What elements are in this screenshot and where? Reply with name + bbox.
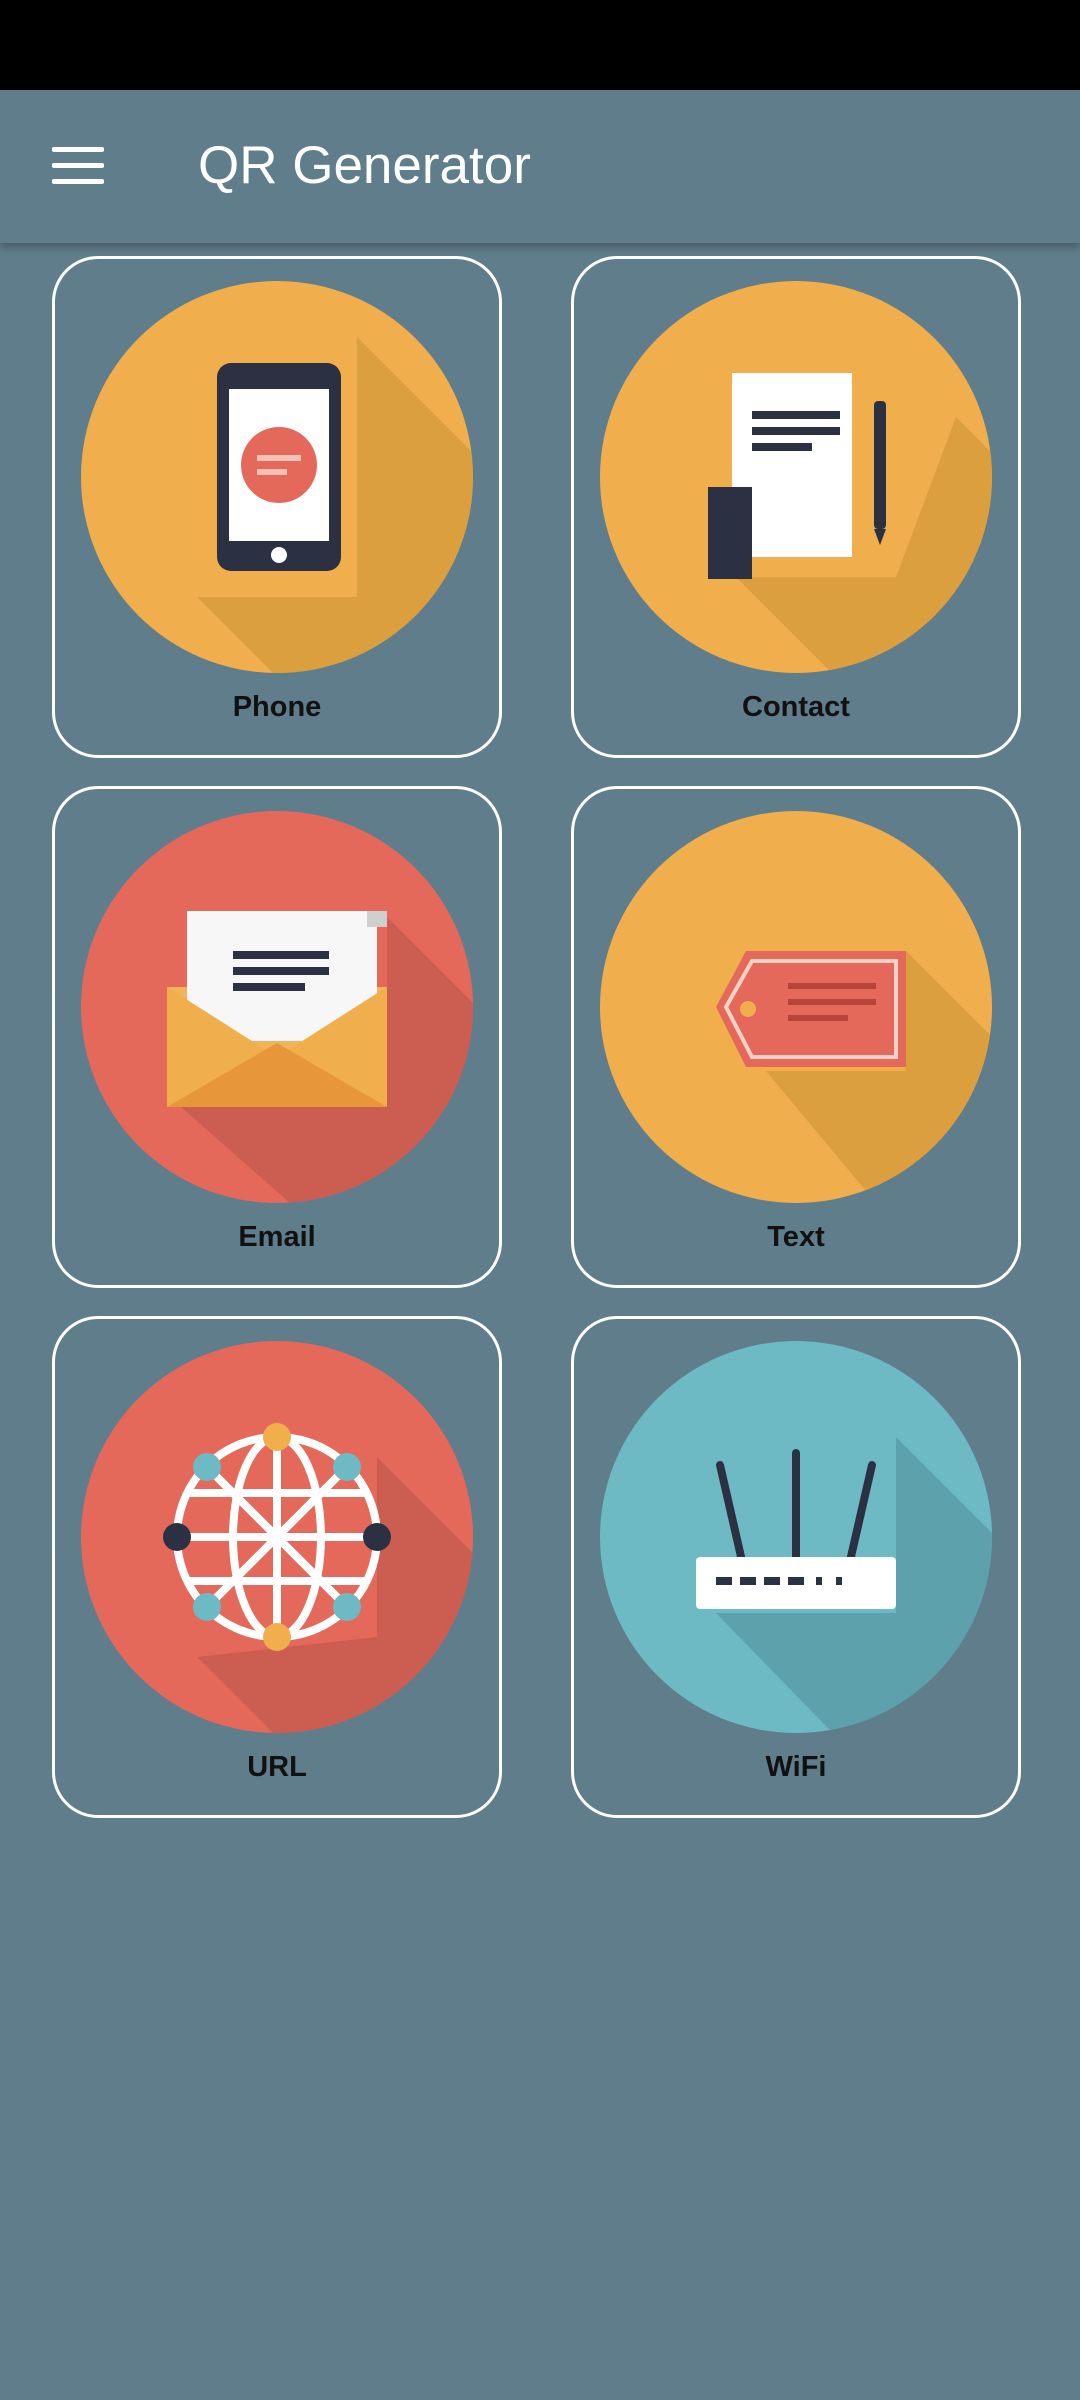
email-card[interactable]: Email	[52, 786, 502, 1288]
status-bar	[0, 0, 1080, 90]
wifi-icon	[600, 1341, 992, 1733]
url-card[interactable]: URL	[52, 1316, 502, 1818]
email-icon	[81, 811, 473, 1203]
phone-card[interactable]: Phone	[52, 256, 502, 758]
phone-icon	[81, 281, 473, 673]
text-icon	[600, 811, 992, 1203]
wifi-card[interactable]: WiFi	[571, 1316, 1021, 1818]
url-icon	[81, 1341, 473, 1733]
contact-icon	[600, 281, 992, 673]
card-label: Text	[767, 1221, 825, 1253]
card-label: Phone	[232, 691, 322, 723]
app-title: QR Generator	[198, 136, 531, 195]
card-label: Email	[238, 1221, 316, 1253]
card-label: Contact	[742, 691, 850, 723]
card-label: WiFi	[765, 1751, 827, 1783]
hamburger-menu-icon	[52, 147, 104, 184]
menu-button[interactable]	[30, 118, 126, 214]
text-card[interactable]: Text	[571, 786, 1021, 1288]
contact-card[interactable]: Contact	[571, 256, 1021, 758]
app-bar: QR Generator	[0, 90, 1080, 243]
card-label: URL	[247, 1751, 307, 1783]
